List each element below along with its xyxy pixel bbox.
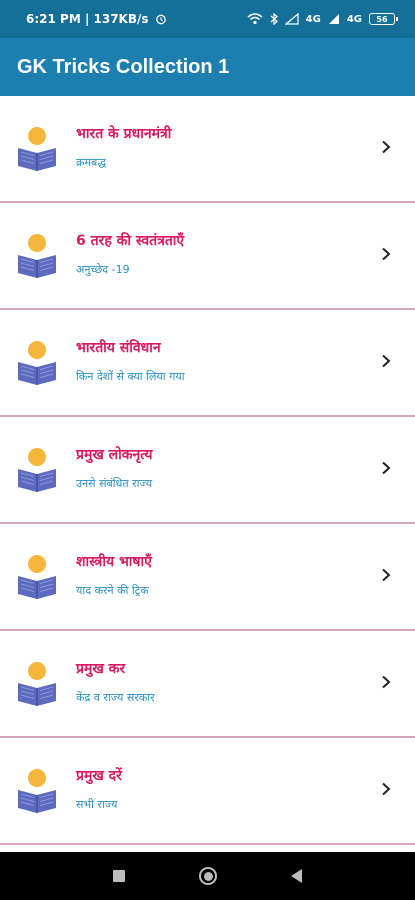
- system-nav-bar: [0, 852, 415, 900]
- list-item[interactable]: 6 तरह की स्वतंत्रताएँ अनुच्छेद -19: [0, 203, 415, 310]
- battery-level: 56: [376, 14, 388, 24]
- list-item-subtitle: अनुच्छेद -19: [76, 263, 130, 276]
- list-item-title: प्रमुख लोकनृत्य: [76, 447, 153, 463]
- list-item-title: प्रमुख दरें: [76, 768, 122, 784]
- list-item-subtitle: किन देशों से क्या लिया गया: [76, 370, 185, 383]
- bluetooth-icon: [270, 13, 278, 25]
- list-item-title: शास्त्रीय भाषाएँ: [76, 554, 152, 570]
- list-item-texts: भारत के प्रधानमंत्री क्रमबद्ध: [76, 124, 171, 170]
- list-item-title: प्रमुख कर: [76, 661, 126, 677]
- status-right: 4G 4G 56: [247, 13, 398, 25]
- chevron-right-icon: [382, 140, 391, 154]
- list-item-title: भारतीय संविधान: [76, 340, 161, 356]
- chevron-right-icon: [382, 568, 391, 582]
- battery-icon: 56: [369, 13, 398, 25]
- list-item[interactable]: प्रमुख लोकनृत्य उनसे संबंधित राज्य: [0, 417, 415, 524]
- reader-book-icon: [18, 769, 56, 813]
- status-bar: 6:21 PM | 137KB/s 4G 4G 56: [0, 0, 415, 38]
- network-type-1: 4G: [305, 13, 321, 25]
- list-item[interactable]: भारतीय संविधान किन देशों से क्या लिया गय…: [0, 310, 415, 417]
- network-type-2: 4G: [346, 13, 362, 25]
- list-item-texts: भारतीय संविधान किन देशों से क्या लिया गय…: [76, 338, 185, 384]
- reader-book-icon: [18, 555, 56, 599]
- list-item[interactable]: प्रमुख दरें सभी राज्य: [0, 738, 415, 845]
- app-title: GK Tricks Collection 1: [17, 55, 230, 78]
- home-button[interactable]: [199, 867, 217, 885]
- list-item-subtitle: केंद्र व राज्य सरकार: [76, 691, 155, 704]
- home-dot-icon: [203, 871, 213, 881]
- signal-icon-1: [284, 13, 299, 25]
- list-item-subtitle: सभी राज्य: [76, 798, 118, 811]
- reader-book-icon: [18, 234, 56, 278]
- status-left: 6:21 PM | 137KB/s: [26, 12, 167, 26]
- topic-list: भारत के प्रधानमंत्री क्रमबद्ध 6 तरह की स…: [0, 96, 415, 845]
- list-item-title: भारत के प्रधानमंत्री: [76, 126, 172, 142]
- list-item-subtitle: याद करने की ट्रिक: [76, 584, 149, 597]
- recent-apps-button[interactable]: [113, 870, 125, 882]
- signal-icon-2: [328, 14, 339, 24]
- reader-book-icon: [18, 448, 56, 492]
- list-item[interactable]: भारत के प्रधानमंत्री क्रमबद्ध: [0, 96, 415, 203]
- list-item-subtitle: उनसे संबंधित राज्य: [76, 477, 153, 490]
- chevron-right-icon: [382, 354, 391, 368]
- list-item-texts: शास्त्रीय भाषाएँ याद करने की ट्रिक: [76, 552, 152, 598]
- chevron-right-icon: [382, 782, 391, 796]
- list-item-texts: 6 तरह की स्वतंत्रताएँ अनुच्छेद -19: [76, 231, 184, 277]
- list-item-texts: प्रमुख दरें सभी राज्य: [76, 766, 122, 812]
- reader-book-icon: [18, 127, 56, 171]
- app-bar: GK Tricks Collection 1: [0, 38, 415, 96]
- reader-book-icon: [18, 341, 56, 385]
- chevron-right-icon: [382, 461, 391, 475]
- list-item[interactable]: प्रमुख कर केंद्र व राज्य सरकार: [0, 631, 415, 738]
- chevron-right-icon: [382, 675, 391, 689]
- chevron-right-icon: [382, 247, 391, 261]
- list-item[interactable]: शास्त्रीय भाषाएँ याद करने की ट्रिक: [0, 524, 415, 631]
- list-item-texts: प्रमुख कर केंद्र व राज्य सरकार: [76, 659, 155, 705]
- wifi-icon: [247, 13, 263, 25]
- status-time-speed: 6:21 PM | 137KB/s: [26, 12, 149, 26]
- list-item-texts: प्रमुख लोकनृत्य उनसे संबंधित राज्य: [76, 445, 152, 491]
- list-item-subtitle: क्रमबद्ध: [76, 156, 107, 169]
- alarm-icon: [155, 14, 166, 25]
- back-button[interactable]: [291, 869, 302, 883]
- list-item-title: 6 तरह की स्वतंत्रताएँ: [76, 233, 185, 249]
- reader-book-icon: [18, 662, 56, 706]
